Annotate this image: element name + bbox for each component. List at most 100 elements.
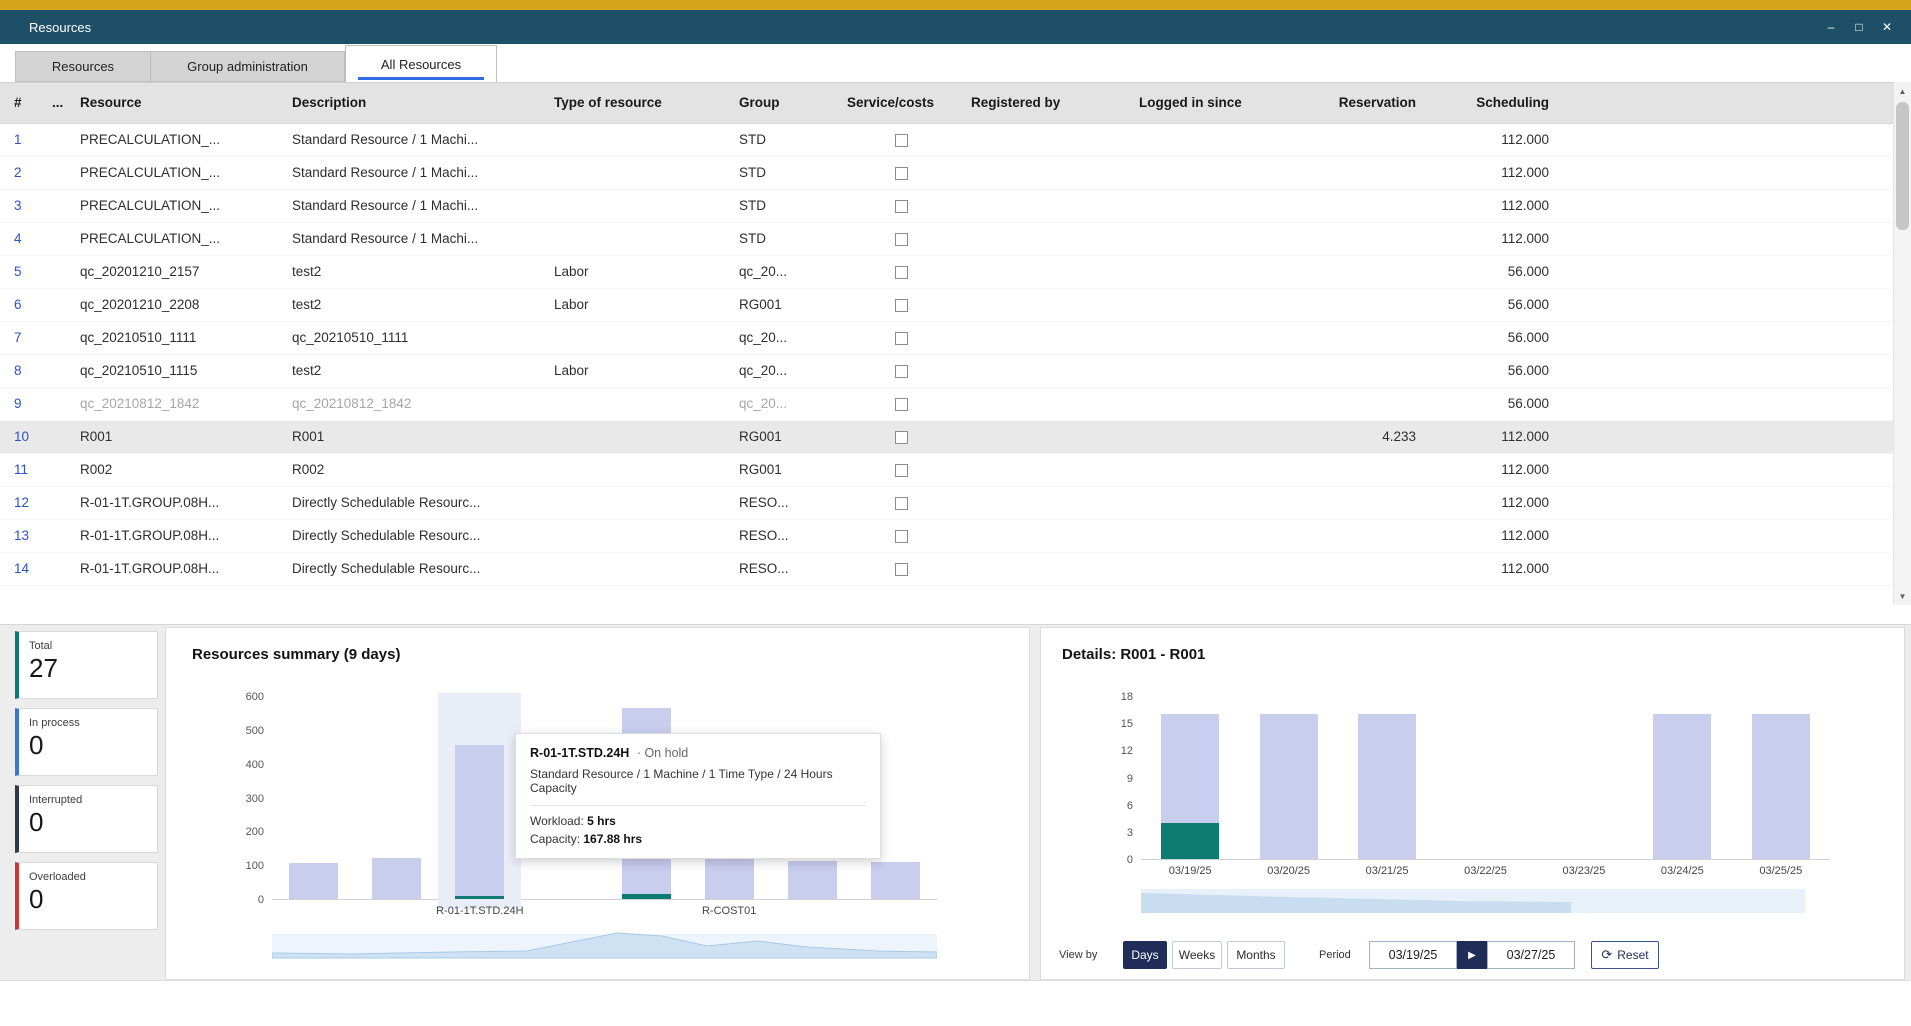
row-number-link[interactable]: 4 <box>0 223 44 255</box>
view-by-weeks-button[interactable]: Weeks <box>1172 941 1222 969</box>
details-chart-navigator[interactable] <box>1141 886 1805 916</box>
table-row[interactable]: 3PRECALCULATION_...Standard Resource / 1… <box>0 190 1893 223</box>
row-number-link[interactable]: 10 <box>0 421 44 453</box>
service-costs-checkbox[interactable] <box>895 233 908 246</box>
service-costs-checkbox[interactable] <box>895 431 908 444</box>
table-vertical-scrollbar[interactable]: ▲ ▼ <box>1893 82 1911 605</box>
view-by-days-button[interactable]: Days <box>1123 941 1167 969</box>
table-row[interactable]: 7qc_20210510_1111qc_20210510_1111qc_20..… <box>0 322 1893 355</box>
service-costs-checkbox[interactable] <box>895 167 908 180</box>
row-number-link[interactable]: 13 <box>0 520 44 552</box>
row-number-link[interactable]: 11 <box>0 454 44 486</box>
close-button[interactable]: ✕ <box>1873 14 1901 40</box>
x-axis-label: 03/23/25 <box>1563 865 1606 877</box>
maximize-button[interactable]: □ <box>1845 14 1873 40</box>
table-row[interactable]: 13R-01-1T.GROUP.08H...Directly Schedulab… <box>0 520 1893 553</box>
column-header-group[interactable]: Group <box>731 83 839 123</box>
table-row[interactable]: 14R-01-1T.GROUP.08H...Directly Schedulab… <box>0 553 1893 586</box>
column-header-service-costs[interactable]: Service/costs <box>839 83 963 123</box>
service-costs-checkbox[interactable] <box>895 497 908 510</box>
service-costs-checkbox[interactable] <box>895 464 908 477</box>
column-header-reservation[interactable]: Reservation <box>1302 83 1426 123</box>
row-number-link[interactable]: 12 <box>0 487 44 519</box>
workload-bar[interactable] <box>1161 823 1219 859</box>
scrollbar-thumb[interactable] <box>1896 102 1909 230</box>
row-number-link[interactable]: 6 <box>0 289 44 321</box>
row-number-link[interactable]: 2 <box>0 157 44 189</box>
row-number-link[interactable]: 7 <box>0 322 44 354</box>
y-axis-tick-label: 6 <box>1093 800 1133 812</box>
table-row[interactable]: 2PRECALCULATION_...Standard Resource / 1… <box>0 157 1893 190</box>
row-number-link[interactable]: 14 <box>0 553 44 585</box>
summary-chart-navigator[interactable] <box>272 924 937 962</box>
table-row[interactable]: 8qc_20210510_1115test2Laborqc_20...56.00… <box>0 355 1893 388</box>
summary-card-interrupted: Interrupted0 <box>15 785 158 853</box>
row-number-link[interactable]: 5 <box>0 256 44 288</box>
period-start-input[interactable]: 03/19/25 <box>1369 941 1457 969</box>
service-costs-checkbox[interactable] <box>895 200 908 213</box>
workload-bar[interactable] <box>622 894 671 899</box>
period-end-input[interactable]: 03/27/25 <box>1487 941 1575 969</box>
column-header-type-of-resource[interactable]: Type of resource <box>546 83 731 123</box>
column-header-num[interactable]: # <box>0 83 44 123</box>
row-number-link[interactable]: 1 <box>0 124 44 156</box>
table-row[interactable]: 1PRECALCULATION_...Standard Resource / 1… <box>0 124 1893 157</box>
summary-card-in-process: In process0 <box>15 708 158 776</box>
service-costs-checkbox[interactable] <box>895 134 908 147</box>
capacity-bar[interactable] <box>871 862 920 899</box>
service-costs-checkbox[interactable] <box>895 365 908 378</box>
column-header-resource[interactable]: Resource <box>72 83 284 123</box>
tab-all-resources[interactable]: All Resources <box>345 45 497 82</box>
service-costs-checkbox[interactable] <box>895 266 908 279</box>
reservation-cell <box>1302 487 1426 519</box>
reservation-cell <box>1302 223 1426 255</box>
capacity-bar[interactable] <box>455 745 504 899</box>
view-by-months-button[interactable]: Months <box>1227 941 1285 969</box>
capacity-bar[interactable] <box>1260 714 1318 859</box>
table-row[interactable]: 12R-01-1T.GROUP.08H...Directly Schedulab… <box>0 487 1893 520</box>
row-number-link[interactable]: 3 <box>0 190 44 222</box>
table-row[interactable]: 5qc_20201210_2157test2Laborqc_20...56.00… <box>0 256 1893 289</box>
table-row[interactable]: 10R001R001RG0014.233112.000 <box>0 421 1893 454</box>
reset-button[interactable]: ⟳ Reset <box>1591 941 1659 969</box>
group-cell: RESO... <box>731 487 839 519</box>
minimize-button[interactable]: – <box>1817 14 1845 40</box>
group-cell: STD <box>731 223 839 255</box>
capacity-bar[interactable] <box>705 858 754 899</box>
table-row[interactable]: 4PRECALCULATION_...Standard Resource / 1… <box>0 223 1893 256</box>
tooltip-subtitle: Standard Resource / 1 Machine / 1 Time T… <box>530 767 866 795</box>
service-costs-checkbox[interactable] <box>895 563 908 576</box>
workload-label: Workload: <box>530 814 584 828</box>
capacity-bar[interactable] <box>1752 714 1810 859</box>
column-header-description[interactable]: Description <box>284 83 546 123</box>
scrollbar-up-icon[interactable]: ▲ <box>1894 82 1911 100</box>
column-header-scheduling[interactable]: Scheduling <box>1426 83 1559 123</box>
column-header-more[interactable]: ... <box>44 83 72 123</box>
period-advance-button[interactable]: ▶ <box>1457 941 1487 969</box>
capacity-bar[interactable] <box>788 861 837 899</box>
x-axis-label: R-COST01 <box>702 905 756 917</box>
column-header-logged-in-since[interactable]: Logged in since <box>1131 83 1302 123</box>
workload-bar[interactable] <box>455 896 504 899</box>
tab-resources[interactable]: Resources <box>15 51 150 82</box>
service-costs-checkbox[interactable] <box>895 299 908 312</box>
capacity-bar[interactable] <box>372 858 421 899</box>
scheduling-cell: 112.000 <box>1426 520 1559 552</box>
service-costs-checkbox[interactable] <box>895 332 908 345</box>
row-number-link[interactable]: 8 <box>0 355 44 387</box>
column-header-registered-by[interactable]: Registered by <box>963 83 1131 123</box>
table-row[interactable]: 9qc_20210812_1842qc_20210812_1842qc_20..… <box>0 388 1893 421</box>
capacity-bar[interactable] <box>1653 714 1711 859</box>
capacity-bar[interactable] <box>289 863 338 899</box>
capacity-bar[interactable] <box>1358 714 1416 859</box>
table-row[interactable]: 6qc_20201210_2208test2LaborRG00156.000 <box>0 289 1893 322</box>
x-axis-label: R-01-1T.STD.24H <box>436 905 523 917</box>
details-chart-title: Details: R001 - R001 <box>1062 646 1205 663</box>
service-costs-checkbox[interactable] <box>895 530 908 543</box>
scrollbar-down-icon[interactable]: ▼ <box>1894 587 1911 605</box>
service-costs-checkbox[interactable] <box>895 398 908 411</box>
group-cell: RESO... <box>731 520 839 552</box>
tab-group-administration[interactable]: Group administration <box>150 51 345 82</box>
table-row[interactable]: 11R002R002RG001112.000 <box>0 454 1893 487</box>
row-number-link[interactable]: 9 <box>0 388 44 420</box>
